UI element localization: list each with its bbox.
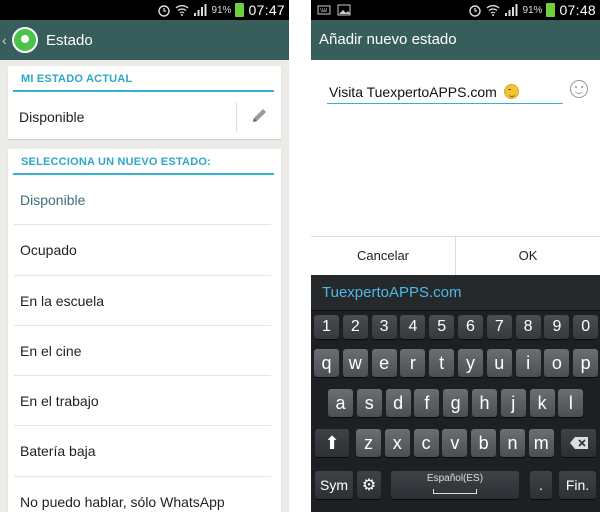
settings-key[interactable]: ⚙ bbox=[357, 471, 381, 499]
clock: 07:48 bbox=[559, 2, 596, 18]
status-option[interactable]: Batería baja bbox=[14, 426, 271, 477]
back-chevron-icon[interactable]: ‹ bbox=[2, 32, 10, 48]
key-h[interactable]: h bbox=[472, 389, 497, 417]
key-v[interactable]: v bbox=[442, 429, 468, 457]
key-f[interactable]: f bbox=[414, 389, 440, 417]
sym-key[interactable]: Sym bbox=[315, 471, 353, 499]
alarm-icon bbox=[158, 5, 171, 17]
shift-key[interactable]: ⬆ bbox=[315, 429, 349, 457]
key-n[interactable]: n bbox=[500, 429, 525, 457]
add-status-screen: 91% 07:48 Añadir nuevo estado Cancelar O… bbox=[311, 0, 600, 512]
key-g[interactable]: g bbox=[443, 389, 469, 417]
status-option[interactable]: Ocupado bbox=[14, 225, 271, 276]
key-4[interactable]: 4 bbox=[400, 315, 426, 339]
key-b[interactable]: b bbox=[471, 429, 497, 457]
key-8[interactable]: 8 bbox=[515, 315, 541, 339]
key-l[interactable]: l bbox=[558, 389, 584, 417]
clock: 07:47 bbox=[248, 2, 285, 18]
key-5[interactable]: 5 bbox=[429, 315, 455, 339]
status-list: Disponible Ocupado En la escuela En el c… bbox=[8, 175, 281, 512]
status-option[interactable]: En el trabajo bbox=[14, 376, 271, 427]
key-z[interactable]: z bbox=[356, 429, 381, 457]
space-bar-icon bbox=[433, 489, 477, 494]
key-9[interactable]: 9 bbox=[544, 315, 570, 339]
wink-emoji-icon bbox=[504, 84, 519, 99]
shift-arrow-icon: ⬆ bbox=[324, 433, 340, 453]
status-bar: 91% 07:47 bbox=[0, 0, 289, 20]
battery-icon bbox=[546, 3, 556, 17]
key-1[interactable]: 1 bbox=[314, 315, 339, 339]
key-k[interactable]: k bbox=[529, 389, 555, 417]
status-text-input[interactable] bbox=[327, 80, 563, 104]
wifi-icon bbox=[487, 5, 500, 16]
whatsapp-logo-icon[interactable] bbox=[12, 27, 38, 53]
key-u[interactable]: u bbox=[486, 349, 512, 377]
cancel-button[interactable]: Cancelar bbox=[311, 237, 455, 275]
done-key[interactable]: Fin. bbox=[559, 471, 596, 499]
pencil-icon[interactable] bbox=[249, 106, 269, 126]
key-o[interactable]: o bbox=[544, 349, 570, 377]
key-c[interactable]: c bbox=[413, 429, 439, 457]
key-s[interactable]: s bbox=[356, 389, 382, 417]
dialog-title: Añadir nuevo estado bbox=[311, 20, 600, 60]
dialog-buttons: Cancelar OK bbox=[311, 236, 600, 275]
signal-icon bbox=[505, 4, 518, 16]
battery-percent: 91% bbox=[211, 4, 232, 16]
current-status-card: MI ESTADO ACTUAL Disponible bbox=[8, 66, 281, 139]
key-2[interactable]: 2 bbox=[342, 315, 368, 339]
backspace-key[interactable] bbox=[561, 429, 596, 457]
gear-icon: ⚙ bbox=[361, 477, 377, 494]
status-option[interactable]: En la escuela bbox=[14, 276, 271, 326]
divider bbox=[236, 102, 237, 132]
battery-percent: 91% bbox=[522, 4, 543, 16]
key-d[interactable]: d bbox=[385, 389, 411, 417]
status-option[interactable]: En el cine bbox=[14, 326, 271, 377]
signal-icon bbox=[194, 4, 207, 16]
emoji-picker-icon[interactable] bbox=[570, 80, 588, 98]
key-y[interactable]: y bbox=[458, 349, 483, 377]
current-status-heading: MI ESTADO ACTUAL bbox=[13, 66, 274, 92]
period-key[interactable]: . bbox=[530, 471, 552, 499]
new-status-heading: SELECCIONA UN NUEVO ESTADO: bbox=[13, 149, 274, 175]
wifi-icon bbox=[176, 5, 189, 16]
key-e[interactable]: e bbox=[371, 349, 397, 377]
key-x[interactable]: x bbox=[384, 429, 410, 457]
space-key[interactable]: Español(ES) bbox=[391, 471, 519, 499]
ok-button[interactable]: OK bbox=[455, 237, 600, 275]
current-status-row[interactable]: Disponible bbox=[8, 92, 281, 142]
page-title: Estado bbox=[46, 31, 93, 49]
key-7[interactable]: 7 bbox=[486, 315, 512, 339]
key-6[interactable]: 6 bbox=[458, 315, 483, 339]
key-t[interactable]: t bbox=[429, 349, 455, 377]
status-option[interactable]: No puedo hablar, sólo WhatsApp bbox=[14, 477, 271, 512]
space-language-label: Español(ES) bbox=[426, 473, 484, 484]
keyboard-notification-icon bbox=[317, 5, 331, 15]
key-a[interactable]: a bbox=[328, 389, 353, 417]
battery-icon bbox=[235, 3, 245, 17]
key-p[interactable]: p bbox=[573, 349, 599, 377]
alarm-icon bbox=[469, 5, 482, 17]
status-option[interactable]: Disponible bbox=[14, 175, 271, 226]
key-w[interactable]: w bbox=[342, 349, 368, 377]
key-0[interactable]: 0 bbox=[573, 315, 599, 339]
key-i[interactable]: i bbox=[515, 349, 541, 377]
current-status-value: Disponible bbox=[19, 109, 85, 125]
soft-keyboard: TuexpertoAPPS.com 1234567890 qwertyuiop as… bbox=[311, 275, 600, 512]
dialog-body bbox=[311, 60, 600, 236]
backspace-icon bbox=[569, 437, 588, 449]
key-m[interactable]: m bbox=[528, 429, 554, 457]
image-notification-icon bbox=[337, 4, 351, 16]
keyboard-suggestion[interactable]: TuexpertoAPPS.com bbox=[311, 275, 600, 311]
new-status-card: SELECCIONA UN NUEVO ESTADO: Disponible O… bbox=[8, 149, 281, 512]
key-3[interactable]: 3 bbox=[371, 315, 397, 339]
key-q[interactable]: q bbox=[314, 349, 339, 377]
app-header: ‹ Estado bbox=[0, 20, 289, 60]
status-bar: 91% 07:48 bbox=[311, 0, 600, 20]
key-j[interactable]: j bbox=[500, 389, 526, 417]
key-r[interactable]: r bbox=[400, 349, 426, 377]
whatsapp-status-screen: 91% 07:47 ‹ Estado MI ESTADO ACTUAL Disp… bbox=[0, 0, 289, 512]
